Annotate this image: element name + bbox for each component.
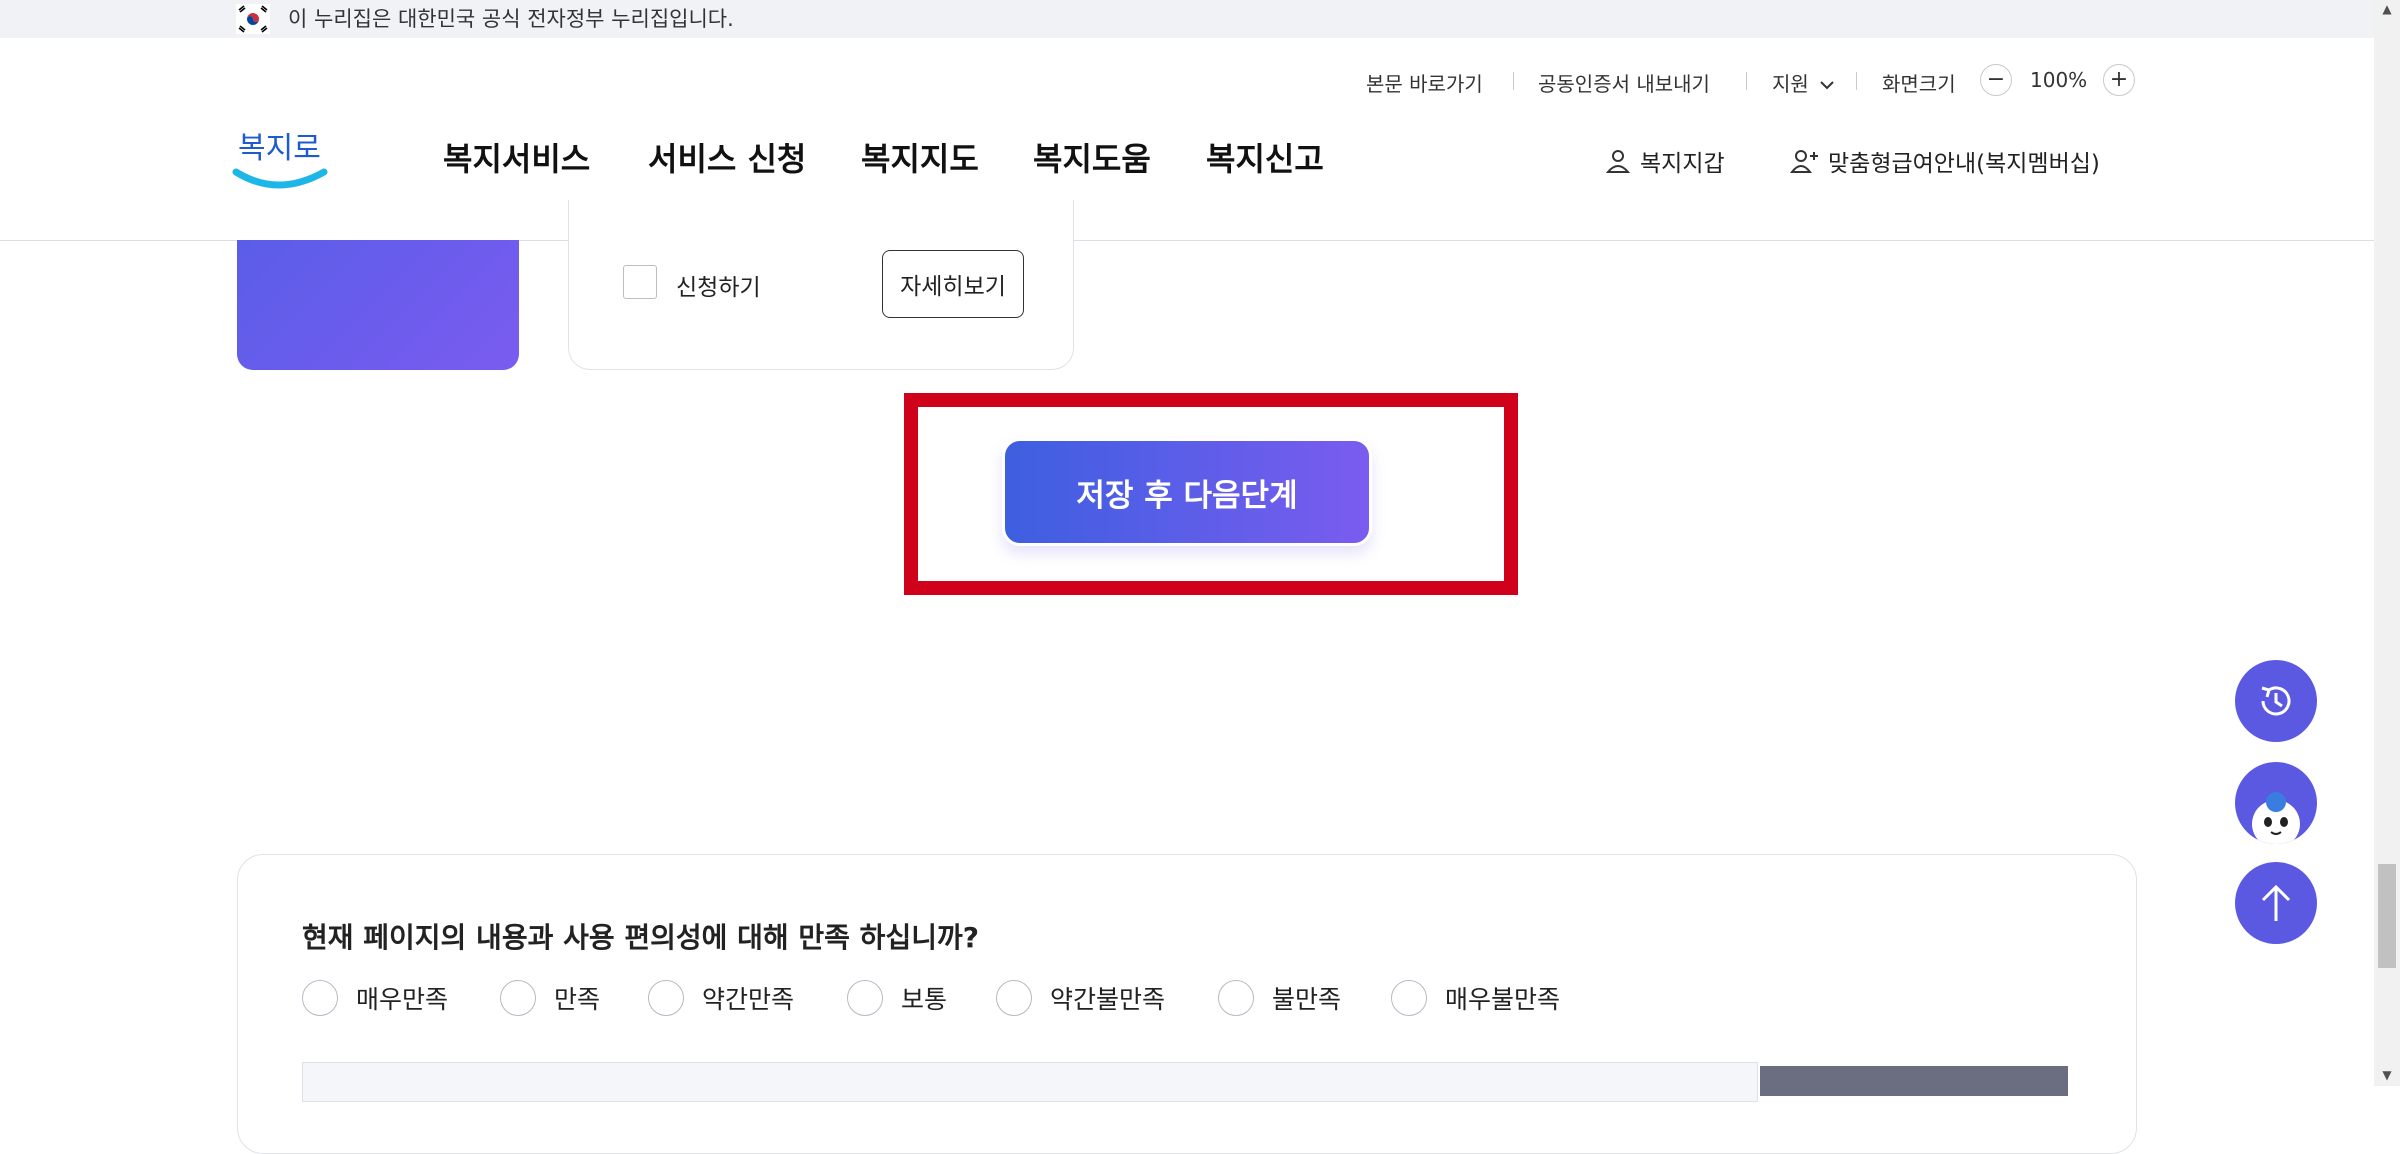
survey-option-slightly-dissatisfied[interactable]: 약간불만족 (996, 980, 1165, 1016)
chatbot-button[interactable] (2235, 762, 2317, 844)
site-header: 본문 바로가기 공동인증서 내보내기 지원 화면크기 − 100% + 복지로 … (0, 38, 2374, 241)
radio-button[interactable] (302, 980, 338, 1016)
apply-checkbox-label: 신청하기 (676, 275, 761, 301)
radio-button[interactable] (847, 980, 883, 1016)
survey-option-label: 불만족 (1272, 985, 1342, 1014)
nav-welfare-services[interactable]: 복지서비스 (443, 134, 590, 180)
chevron-down-icon (1820, 81, 1834, 90)
logo-text: 복지로 (238, 131, 321, 166)
gov-banner-text: 이 누리집은 대한민국 공식 전자정부 누리집입니다. (288, 7, 734, 31)
scroll-up-arrow-icon[interactable]: ▲ (2380, 2, 2394, 16)
history-icon (2261, 686, 2291, 716)
zoom-in-button[interactable]: + (2103, 64, 2135, 96)
korean-flag-icon (236, 4, 270, 34)
support-label: 지원 (1772, 72, 1809, 96)
survey-option-label: 만족 (554, 985, 601, 1014)
divider (1856, 72, 1857, 90)
survey-option-very-dissatisfied[interactable]: 매우불만족 (1391, 980, 1560, 1016)
cert-export-link[interactable]: 공동인증서 내보내기 (1538, 68, 1710, 97)
gov-banner: 이 누리집은 대한민국 공식 전자정부 누리집입니다. (0, 0, 2374, 38)
arrow-up-icon (2261, 884, 2291, 921)
radio-button[interactable] (996, 980, 1032, 1016)
zoom-out-button[interactable]: − (1980, 64, 2012, 96)
survey-question: 현재 페이지의 내용과 사용 편의성에 대해 만족 하십니까? (302, 921, 979, 954)
membership-link[interactable]: 맞춤형급여안내(복지멤버십) (1790, 144, 2100, 178)
utility-bar: 본문 바로가기 공동인증서 내보내기 지원 화면크기 − 100% + (0, 64, 2374, 96)
survey-option-label: 약간불만족 (1050, 985, 1166, 1014)
scrollbar-thumb[interactable] (2378, 864, 2396, 968)
user-plus-icon (1790, 150, 1818, 173)
zoom-value: 100% (2030, 68, 2088, 92)
wallet-label: 복지지갑 (1640, 151, 1725, 177)
bokjiro-logo[interactable]: 복지로 (232, 116, 332, 196)
user-icon (1605, 150, 1631, 173)
support-dropdown[interactable]: 지원 (1772, 68, 1835, 97)
wallet-link[interactable]: 복지지갑 (1604, 144, 1725, 178)
apply-checkbox[interactable] (623, 265, 657, 299)
radio-button[interactable] (500, 980, 536, 1016)
save-and-next-button[interactable]: 저장 후 다음단계 (1002, 438, 1372, 546)
divider (1513, 72, 1514, 90)
divider (1746, 72, 1747, 90)
survey-option-label: 매우불만족 (1445, 985, 1561, 1014)
survey-option-neutral[interactable]: 보통 (847, 980, 947, 1016)
skip-to-content-link[interactable]: 본문 바로가기 (1366, 68, 1483, 97)
nav-welfare-map[interactable]: 복지지도 (861, 134, 979, 180)
service-thumbnail (237, 240, 519, 370)
nav-welfare-report[interactable]: 복지신고 (1206, 134, 1324, 180)
radio-button[interactable] (1218, 980, 1254, 1016)
survey-comment-input[interactable] (302, 1062, 1758, 1102)
nav-welfare-help[interactable]: 복지도움 (1033, 134, 1151, 180)
scroll-down-arrow-icon[interactable]: ▼ (2380, 1068, 2394, 1082)
view-details-button[interactable]: 자세히보기 (882, 250, 1024, 318)
radio-button[interactable] (1391, 980, 1427, 1016)
survey-option-slightly-satisfied[interactable]: 약간만족 (648, 980, 794, 1016)
survey-option-dissatisfied[interactable]: 불만족 (1218, 980, 1341, 1016)
survey-option-satisfied[interactable]: 만족 (500, 980, 600, 1016)
survey-option-label: 매우만족 (356, 985, 449, 1014)
survey-option-label: 보통 (901, 985, 948, 1014)
chatbot-mascot-icon (2252, 792, 2300, 844)
recent-history-button[interactable] (2235, 660, 2317, 742)
radio-button[interactable] (648, 980, 684, 1016)
survey-option-label: 약간만족 (702, 985, 795, 1014)
zoom-label: 화면크기 (1882, 72, 1956, 96)
scroll-to-top-button[interactable] (2235, 862, 2317, 944)
membership-label: 맞춤형급여안내(복지멤버십) (1828, 151, 2100, 177)
survey-submit-button[interactable] (1760, 1066, 2068, 1096)
survey-option-very-satisfied[interactable]: 매우만족 (302, 980, 448, 1016)
nav-service-apply[interactable]: 서비스 신청 (648, 134, 806, 180)
